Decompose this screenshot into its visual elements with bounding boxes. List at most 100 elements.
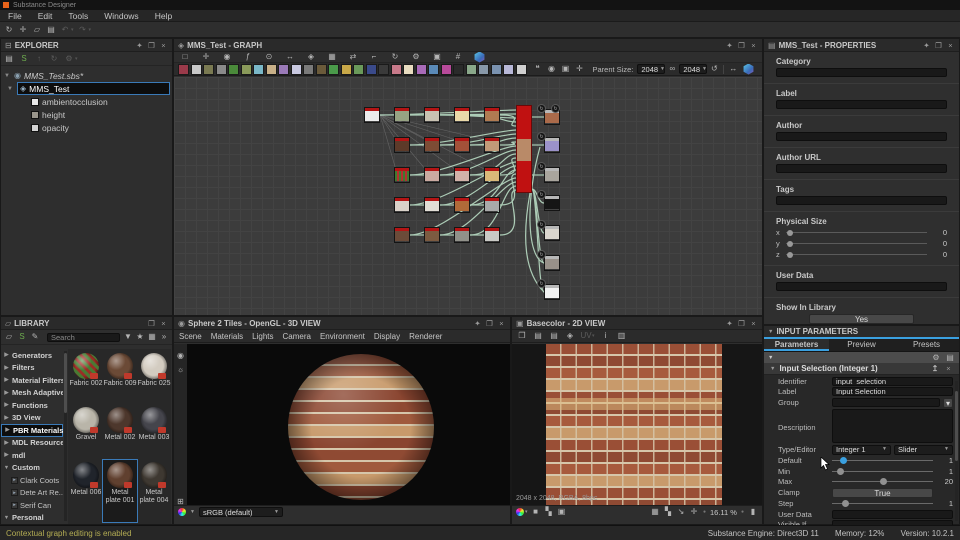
- node-preset-swatch[interactable]: [303, 64, 314, 75]
- info-icon[interactable]: i: [601, 331, 611, 342]
- link-size-icon[interactable]: ∞: [667, 64, 677, 75]
- uv-icon[interactable]: UV: [581, 331, 591, 342]
- camera-icon[interactable]: ◉: [176, 352, 186, 360]
- graph-node[interactable]: [454, 107, 470, 123]
- library-tree-item-serif-can[interactable]: ▸Serif Can: [1, 499, 63, 512]
- graph-node[interactable]: [454, 197, 470, 213]
- lock-icon[interactable]: ▮: [748, 507, 758, 518]
- expand-icon[interactable]: ↔: [728, 64, 738, 75]
- physical-size-slider[interactable]: [786, 228, 927, 237]
- material-thumb-fabric-002[interactable]: Fabric 002: [69, 351, 103, 405]
- save-icon[interactable]: ▤: [533, 331, 543, 342]
- pin-icon[interactable]: ✦: [725, 319, 734, 328]
- description-input[interactable]: [832, 409, 953, 443]
- histogram-icon[interactable]: ▥: [617, 331, 627, 342]
- grid-view-icon[interactable]: ▦: [147, 332, 157, 343]
- open-folder-icon[interactable]: ▱: [32, 24, 42, 35]
- max-slider[interactable]: [832, 477, 933, 486]
- link-substance-icon[interactable]: S: [17, 332, 27, 343]
- favorites-icon[interactable]: ★: [135, 332, 145, 343]
- graph-node[interactable]: [394, 167, 410, 183]
- show-in-library-button[interactable]: Yes: [809, 314, 914, 324]
- redo-icon[interactable]: ↷: [78, 24, 88, 35]
- node-preset-swatch[interactable]: [416, 64, 427, 75]
- save-preset-icon[interactable]: ▤: [945, 352, 955, 363]
- pin-icon[interactable]: ✦: [135, 41, 144, 50]
- graph-node-multi-material-blend[interactable]: [516, 105, 532, 193]
- float-icon[interactable]: ❐: [147, 41, 156, 50]
- fit-icon[interactable]: ↘: [676, 507, 686, 518]
- param-user-data-input[interactable]: [832, 510, 953, 519]
- brick-sphere-preview[interactable]: [288, 354, 434, 500]
- image-icon[interactable]: ▣: [561, 64, 571, 75]
- copy-icon[interactable]: ❐: [517, 331, 527, 342]
- undo-icon[interactable]: ↶: [60, 24, 70, 35]
- output-node-badge-icon[interactable]: ↻: [551, 104, 560, 113]
- material-thumb-metal-plate-004[interactable]: Metal plate 004: [137, 460, 171, 522]
- menu-tools[interactable]: Tools: [60, 11, 96, 21]
- node-preset-swatch[interactable]: [203, 64, 214, 75]
- close-icon[interactable]: ×: [159, 319, 168, 328]
- colorspace-icon[interactable]: [516, 508, 524, 516]
- library-tree-item-material-filters[interactable]: ▶Material Filters: [1, 374, 63, 387]
- node-preset-swatch[interactable]: [191, 64, 202, 75]
- graph-node[interactable]: [544, 167, 560, 183]
- physical-size-slider[interactable]: [786, 239, 927, 248]
- view3d-menu-environment[interactable]: Environment: [320, 332, 365, 341]
- tags-input[interactable]: [776, 196, 947, 205]
- pin-icon[interactable]: ✦: [922, 41, 931, 50]
- menu-edit[interactable]: Edit: [30, 11, 61, 21]
- graph-node[interactable]: [394, 227, 410, 243]
- graph-node[interactable]: [424, 227, 440, 243]
- explorer-output-opacity[interactable]: opacity: [31, 121, 170, 134]
- group-input[interactable]: [832, 398, 940, 407]
- view3d-menu-materials[interactable]: Materials: [211, 332, 243, 341]
- pan-hand-icon[interactable]: ✛: [689, 507, 699, 518]
- library-tree-item-mesh-adaptive[interactable]: ▶Mesh Adaptive: [1, 387, 63, 400]
- author-url-input[interactable]: [776, 164, 947, 173]
- colorspace-dropdown[interactable]: sRGB (default)▼: [199, 507, 283, 517]
- node-preset-swatch[interactable]: [516, 64, 527, 75]
- type-dropdown[interactable]: Integer 1▼: [832, 445, 891, 455]
- output-node-badge-icon[interactable]: ↻: [537, 190, 546, 199]
- label-input[interactable]: Input Selection: [832, 387, 953, 396]
- output-node-badge-icon[interactable]: ↻: [537, 250, 546, 259]
- library-icon[interactable]: ▦: [327, 52, 337, 63]
- clamp-toggle[interactable]: True: [832, 488, 933, 498]
- output-node-badge-icon[interactable]: ↻: [537, 279, 546, 288]
- float-icon[interactable]: ❐: [737, 41, 746, 50]
- paste-icon[interactable]: ▤: [549, 331, 559, 342]
- graph-node[interactable]: [424, 107, 440, 123]
- graph-node[interactable]: [544, 195, 560, 211]
- node-preset-swatch[interactable]: [353, 64, 364, 75]
- picker-icon[interactable]: ▣: [557, 507, 567, 518]
- zoom-icon[interactable]: ⊙: [264, 52, 274, 63]
- library-tree-item-personal[interactable]: ▼Personal: [1, 512, 63, 525]
- node-preset-swatch[interactable]: [478, 64, 489, 75]
- pin-node-icon[interactable]: ◉: [547, 64, 557, 75]
- author-input[interactable]: [776, 132, 947, 141]
- graph-node[interactable]: [544, 225, 560, 241]
- param-group-header[interactable]: ▼ Input Selection (Integer 1) ↥ ×: [764, 363, 959, 375]
- graph-node[interactable]: [454, 227, 470, 243]
- parent-size-width-dropdown[interactable]: 2048▼: [637, 64, 665, 74]
- anchor-icon[interactable]: ✛: [575, 64, 585, 75]
- pin-icon[interactable]: ✦: [473, 319, 482, 328]
- float-icon[interactable]: ❐: [737, 319, 746, 328]
- graph-node[interactable]: [484, 137, 500, 153]
- chevron-down-icon[interactable]: ▼: [3, 86, 17, 92]
- node-preset-swatch[interactable]: [441, 64, 452, 75]
- output-node-badge-icon[interactable]: ↻: [537, 104, 546, 113]
- menu-file[interactable]: File: [0, 11, 30, 21]
- node-link-icon[interactable]: ◈: [565, 331, 575, 342]
- node-preset-swatch[interactable]: [328, 64, 339, 75]
- camera-icon[interactable]: ◉: [222, 52, 232, 63]
- parent-size-height-dropdown[interactable]: 2048▼: [679, 64, 707, 74]
- float-icon[interactable]: ❐: [485, 319, 494, 328]
- zoom-level[interactable]: 16.11 %: [710, 508, 737, 517]
- tab-presets[interactable]: Presets: [894, 339, 959, 351]
- view3d-menu-display[interactable]: Display: [374, 332, 400, 341]
- library-tree-item-3d-view[interactable]: ▶3D View: [1, 412, 63, 425]
- label-input[interactable]: [776, 100, 947, 109]
- default-slider[interactable]: [832, 456, 933, 465]
